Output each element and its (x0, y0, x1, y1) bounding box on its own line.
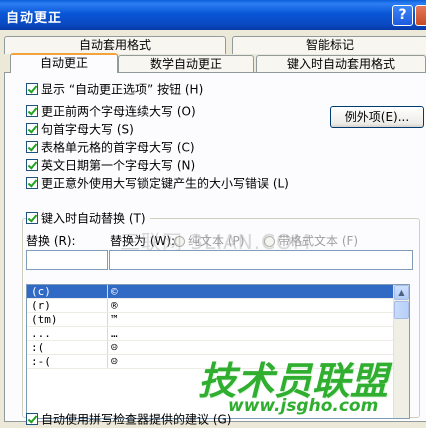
scroll-thumb[interactable] (394, 301, 409, 319)
option-label: 英文日期第一个字母大写 (N) (41, 158, 196, 173)
checkbox[interactable] (26, 82, 38, 95)
tab-autoformat[interactable]: 自动套用格式 (4, 36, 226, 54)
checkbox[interactable] (26, 158, 38, 171)
option-label: 句首字母大写 (S) (41, 122, 134, 137)
option-label: 显示 “自动更正选项” 按钮 (H) (41, 82, 204, 97)
column-divider (107, 299, 108, 312)
option-capitalize-sentence[interactable]: 句首字母大写 (S) (26, 121, 134, 137)
tab-autoformat-as-you-type-label: 键入时自动套用格式 (286, 57, 395, 71)
column-divider (107, 341, 108, 354)
column-divider (107, 327, 108, 340)
entry-value: ☹ (111, 355, 118, 368)
tab-smart-tags[interactable]: 智能标记 (232, 36, 426, 54)
scroll-up-arrow-icon[interactable]: ▲ (394, 285, 409, 300)
watermark-url: www.jsgho.com (228, 396, 379, 416)
column-divider (107, 285, 108, 298)
list-item[interactable]: (r) ® (27, 299, 409, 313)
entry-value: ™ (111, 313, 118, 326)
entry-key: (tm) (31, 313, 58, 326)
checkbox[interactable] (26, 176, 38, 189)
column-divider (107, 355, 108, 368)
title-bar: 自动更正 ? (0, 0, 426, 30)
option-show-autocorrect-button[interactable]: 显示 “自动更正选项” 按钮 (H) (26, 81, 203, 97)
close-button[interactable] (415, 5, 426, 26)
entry-value: ® (111, 299, 118, 312)
entry-value: © (111, 285, 118, 298)
list-scrollbar[interactable]: ▲ (393, 285, 409, 418)
entry-value: ☹ (111, 341, 118, 354)
checkbox[interactable] (26, 122, 38, 135)
option-label: 自动使用拼写检查器提供的建议 (G) (41, 412, 232, 427)
tab-math-autocorrect[interactable]: 数学自动更正 (118, 55, 254, 73)
entry-key: :( (31, 341, 45, 354)
checkbox[interactable] (26, 211, 38, 224)
watermark-top: 三联网 3LIAN.COM (120, 230, 312, 254)
entry-key: (r) (31, 299, 51, 312)
replace-label: 替换 (R): (26, 234, 76, 248)
tab-autoformat-label: 自动套用格式 (78, 38, 151, 52)
entry-key: (c) (31, 285, 51, 298)
tab-math-autocorrect-label: 数学自动更正 (149, 57, 222, 71)
entry-key: ... (31, 327, 51, 340)
entry-key: :-( (31, 355, 51, 368)
option-label: 表格单元格的首字母大写 (C) (41, 140, 195, 155)
replace-as-you-type[interactable]: 键入时自动替换 (T) (26, 210, 150, 226)
tab-smart-tags-label: 智能标记 (305, 38, 354, 52)
option-caps-lock-correction[interactable]: 更正意外使用大写锁定键产生的大小写错误 (L) (26, 175, 289, 191)
option-label: 更正意外使用大写锁定键产生的大小写错误 (L) (41, 176, 289, 191)
list-item[interactable]: ... … (27, 327, 409, 341)
option-capitalize-day-names[interactable]: 英文日期第一个字母大写 (N) (26, 157, 195, 173)
list-item[interactable]: (tm) ™ (27, 313, 409, 327)
tab-autoformat-as-you-type[interactable]: 键入时自动套用格式 (256, 55, 426, 73)
option-two-initial-caps[interactable]: 更正前两个字母连续大写 (O) (26, 103, 196, 119)
replace-input[interactable] (26, 250, 108, 270)
entry-value: … (111, 327, 118, 340)
help-button[interactable]: ? (392, 5, 413, 26)
tab-autocorrect-label: 自动更正 (39, 56, 88, 70)
column-divider (107, 313, 108, 326)
option-capitalize-table-cells[interactable]: 表格单元格的首字母大写 (C) (26, 139, 195, 155)
exceptions-button[interactable]: 例外项(E)... (330, 106, 424, 128)
replace-as-you-type-label: 键入时自动替换 (T) (41, 211, 146, 226)
window-title: 自动更正 (6, 11, 63, 26)
checkbox[interactable] (26, 140, 38, 153)
tab-autocorrect[interactable]: 自动更正 (10, 53, 118, 73)
list-item[interactable]: (c) © (27, 285, 409, 299)
option-label: 更正前两个字母连续大写 (O) (41, 104, 196, 119)
option-spelling-suggestions[interactable]: 自动使用拼写检查器提供的建议 (G) (26, 411, 231, 427)
checkbox[interactable] (26, 104, 38, 117)
